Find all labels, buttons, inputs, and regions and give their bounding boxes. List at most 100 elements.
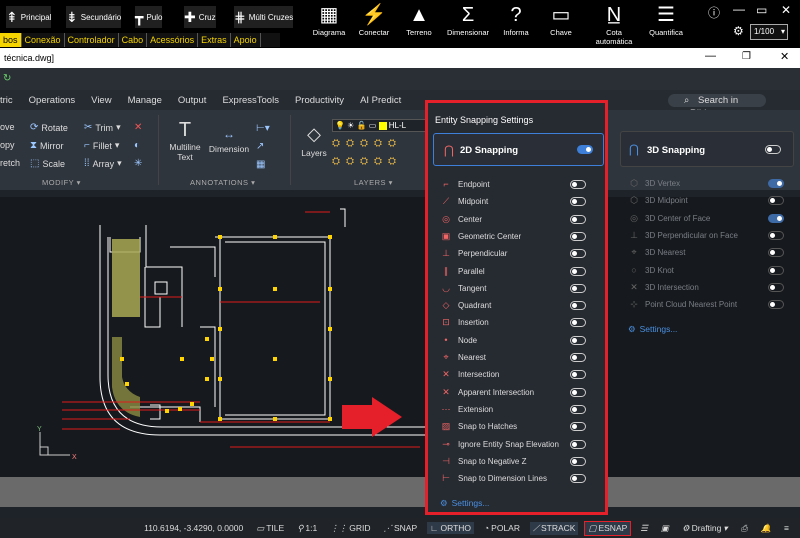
snap-3d-option-toggle[interactable] [768,248,784,258]
snap-option-toggle[interactable] [570,318,586,328]
lineweight-toggle[interactable]: ☰ [637,522,651,535]
quick-properties-toggle[interactable]: ▣ [658,522,672,535]
snap-toggle[interactable]: ⋰ SNAP [381,522,421,535]
quick-access-icon[interactable]: ↻ [3,73,11,84]
snap-option-toggle[interactable] [570,231,586,241]
tile-toggle[interactable]: ▭ TILE [253,522,287,535]
menu-button[interactable]: ≡ [781,522,792,534]
settings-2d-link[interactable]: ⚙ Settings... [440,498,489,509]
snapping-3d-header[interactable]: ⋂ 3D Snapping [620,131,794,167]
tab-view[interactable]: View [83,95,119,106]
notifications-button[interactable]: 🔔 [757,522,774,535]
offset-button[interactable]: ◐ [134,140,140,151]
snap-3d-option-toggle[interactable] [768,196,784,206]
tab-productivity[interactable]: Productivity [287,95,352,106]
gear-icon[interactable]: ⚙ [733,24,744,38]
snap-option-row[interactable]: ▣ Geometric Center [436,229,604,245]
snap-3d-option-row[interactable]: ✕ 3D Intersection [628,281,788,295]
snapping-3d-toggle[interactable] [765,145,781,154]
snap-option-toggle[interactable] [570,439,586,449]
snap-option-toggle[interactable] [570,370,586,380]
snap-3d-option-row[interactable]: ⌖ 3D Nearest [628,246,788,260]
close-icon[interactable]: ✕ [781,3,791,17]
panel-label-modify[interactable]: MODIFY ▾ [0,178,81,187]
cruz-button[interactable]: ✚ Cruz [184,6,216,28]
snap-option-toggle[interactable] [570,404,586,414]
principal-button[interactable]: ⇞ Principal [6,6,52,28]
move-button[interactable]: ove [0,122,15,132]
trim-button[interactable]: ✂ Trim ▾ [84,122,121,133]
snap-3d-option-toggle[interactable] [768,265,784,275]
esnap-toggle[interactable]: ▢ ESNAP [584,520,632,536]
snapping-2d-toggle[interactable] [577,145,593,154]
snap-option-row[interactable]: ◇ Quadrant [436,298,604,314]
rotate-button[interactable]: ⟳ Rotate [30,122,68,133]
monitor-icon[interactable]: ▭ [756,3,767,17]
snap-option-toggle[interactable] [570,353,586,362]
snap-3d-option-row[interactable]: ◎ 3D Center of Face [628,212,788,226]
snap-3d-option-toggle[interactable] [768,213,784,223]
snap-option-row[interactable]: ⊥ Perpendicular [436,246,604,262]
array-button[interactable]: ⁞⁞ Array ▾ [84,158,122,169]
pulo-button[interactable]: ┳ Pulo [135,6,163,28]
snap-3d-option-row[interactable]: ⊥ 3D Perpendicular on Face [628,229,788,243]
snap-option-toggle[interactable] [570,197,586,207]
snap-option-row[interactable]: ✕ Apparent Intersection [436,385,604,401]
workspace-select[interactable]: ⚙ Drafting ▾ [679,522,731,535]
layer-select[interactable]: 💡 ☀ 🔓 ▭ HL-L [332,119,427,132]
panel-label-layers[interactable]: LAYERS ▾ [354,178,393,187]
panel-label-annotations[interactable]: ANNOTATIONS ▾ [190,178,255,187]
snap-option-toggle[interactable] [570,387,586,397]
snap-option-toggle[interactable] [570,474,586,484]
close-window-icon[interactable]: ✕ [780,50,789,63]
snap-option-toggle[interactable] [570,180,586,189]
tab-manage[interactable]: Manage [120,95,170,106]
cota-automatica-button[interactable]: N̲ Cota automática [588,2,640,46]
explode-button[interactable]: ✳ [134,158,142,169]
snap-option-row[interactable]: ⋯ Extension [436,402,604,418]
snap-option-row[interactable]: ⌐ Endpoint [436,177,604,193]
snap-3d-option-row[interactable]: ⬡ 3D Vertex [628,177,788,191]
tab-electric[interactable]: tric [0,95,21,106]
tab-operations[interactable]: Operations [21,95,83,106]
ribbon-search-input[interactable]: ⌕Search in Ribbon [668,94,766,119]
multiline-text-button[interactable]: T Multiline Text [166,118,204,162]
snap-option-row[interactable]: ∥ Parallel [436,264,604,280]
scale-select[interactable]: 1/100 ▾ [750,24,788,40]
snap-option-row[interactable]: ⌖ Nearest [436,350,604,366]
layer-tools-row-1[interactable]: ⛭⛭⛭⛭⛭ [332,138,402,149]
tab-output[interactable]: Output [170,95,215,106]
snap-option-row[interactable]: • Node [436,333,604,349]
annotation-small-tools[interactable]: ⊢▾ ↗ ▦ [256,120,270,174]
mirror-button[interactable]: ⧗ Mirror [30,140,64,151]
ortho-toggle[interactable]: ∟ ORTHO [427,522,475,534]
settings-3d-link[interactable]: ⚙ Settings... [628,324,677,335]
dimension-button[interactable]: ↔ Dimension [206,124,252,154]
snap-3d-option-row[interactable]: ⬡ 3D Midpoint [628,194,788,208]
quantifica-button[interactable]: ☰ Quantifica [640,2,692,42]
snap-3d-option-toggle[interactable] [768,282,784,292]
snap-option-toggle[interactable] [570,283,586,293]
layers-button[interactable]: ◇ Layers [297,120,331,158]
tab-expresstools[interactable]: ExpressTools [214,95,287,106]
restore-window-icon[interactable]: ❐ [742,51,751,62]
snap-option-row[interactable]: ◎ Center [436,212,604,228]
tab-bos[interactable]: bos [0,33,22,47]
snap-option-row[interactable]: ⟋ Midpoint [436,194,604,210]
terreno-button[interactable]: ▲ Terreno [393,2,445,42]
tab-controlador[interactable]: Controlador [65,33,119,47]
snap-option-toggle[interactable] [570,456,586,466]
snap-3d-option-toggle[interactable] [768,230,784,240]
tab-conexao[interactable]: Conexão [22,33,65,47]
print-button[interactable]: ⎙ [738,522,751,535]
snap-option-toggle[interactable] [570,422,586,432]
minimize-window-icon[interactable]: — [705,50,716,62]
polar-toggle[interactable]: ◔ POLAR [481,522,523,534]
minimize-icon[interactable]: — [733,2,745,16]
fillet-button[interactable]: ⌐ Fillet ▾ [84,140,119,151]
tab-apoio[interactable]: Apoio [231,33,261,47]
snap-option-toggle[interactable] [570,301,586,311]
multi-cruzes-button[interactable]: ⋕ Múlti Cruzes [234,6,294,28]
snap-option-row[interactable]: ⊣ Snap to Negative Z [436,454,604,470]
tab-ai-predict[interactable]: AI Predict [352,95,409,106]
